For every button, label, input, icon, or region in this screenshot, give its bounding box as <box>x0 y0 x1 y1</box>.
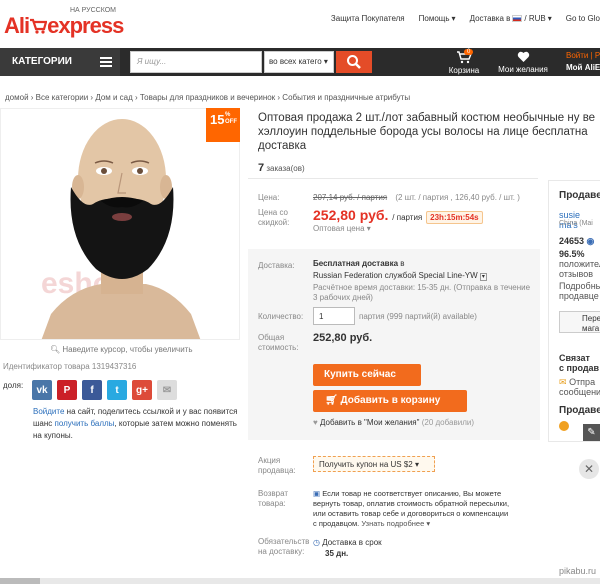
divider <box>248 178 538 179</box>
google-plus-icon[interactable]: g+ <box>132 380 152 400</box>
shipping-time-2: 3 рабочих дней) <box>313 293 373 302</box>
cart-nav[interactable]: 0 Корзина <box>444 49 484 75</box>
add-to-cart-button[interactable]: 🛒︎ Добавить в корзину <box>313 390 467 412</box>
original-price: 207,14 руб. / партия (2 шт. / партия , 1… <box>313 193 520 202</box>
search-input[interactable]: Я ищу... <box>130 51 262 73</box>
discount-price: 252,80 руб. / партия 23h:15m:54s <box>313 207 483 224</box>
seller-positive-label: положител отзывов <box>559 259 600 279</box>
heart-icon <box>517 51 529 62</box>
search-icon <box>347 55 361 69</box>
returns-text: ▣ Если товар не соответствует описанию, … <box>313 489 510 528</box>
quantity-available: партия (999 партий(й) available) <box>359 312 477 321</box>
orders-count: 7 заказа(ов) <box>258 162 305 174</box>
returns-label: Возврат товара: <box>258 489 288 508</box>
contact-seller-heading: Связат с продав <box>559 353 600 373</box>
russia-flag-icon <box>512 15 523 22</box>
share-promo-text: Войдите на сайт, поделитесь ссылкой и у … <box>33 407 238 440</box>
cart-count-badge: 0 <box>464 49 474 55</box>
shipping-time: Расчётное время доставки: 15-35 дн. (Отп… <box>313 283 531 292</box>
go-global-link[interactable]: Go to Glo <box>566 14 600 23</box>
quantity-input[interactable]: 1 <box>313 307 355 325</box>
get-points-link[interactable]: получить баллы <box>55 419 115 428</box>
buyer-protection-link[interactable]: Защита Покупателя <box>331 14 405 23</box>
cart-logo-icon <box>30 18 48 34</box>
site-watermark: pikabu.ru <box>558 566 596 576</box>
seller-score: 24653 ◉ <box>559 236 595 246</box>
seller-heading-2: Продаве <box>559 405 600 416</box>
pinterest-icon[interactable]: P <box>57 380 77 400</box>
breadcrumb[interactable]: домой › Все категории › Дом и сад › Това… <box>5 93 410 102</box>
product-title: Оптовая продажа 2 шт./лот забавный костю… <box>258 112 596 152</box>
seller-positive: 96.5% <box>559 249 585 259</box>
delivery-guarantee: ◷ Доставка в срок 35 дн. <box>313 538 382 558</box>
header: НА РУССКОМ Ali express Защита Покупателя … <box>0 0 600 48</box>
shipping-info: Бесплатная доставка в <box>313 259 405 268</box>
twitter-icon[interactable]: t <box>107 380 127 400</box>
quantity-label: Количество: <box>258 312 304 321</box>
rating-icon <box>559 421 569 431</box>
close-icon[interactable]: ✕ <box>579 459 599 479</box>
delivery-guarantee-label: Обязательств на доставку: <box>258 537 310 556</box>
top-links: Защита Покупателя Помощь ▾ Доставка в / RU… <box>331 14 600 23</box>
zoom-hint: 🔍︎ Наведите курсор, чтобы увеличить <box>50 345 193 354</box>
share-buttons: vk P f t g+ ✉ <box>32 380 177 400</box>
seller-details-link[interactable]: Подробны продавце <box>559 281 600 301</box>
seller-country: China (Mai <box>559 220 593 227</box>
seller-heading: Продаве <box>559 190 600 201</box>
seller-panel: Продаве susie ma's China (Mai 24653 ◉ 96… <box>548 180 600 442</box>
product-id: Идентификатор товара 1319437316 <box>3 362 137 371</box>
price-label: Цена: <box>258 193 280 202</box>
shipping-label: Доставка: <box>258 261 295 270</box>
wholesale-price-link[interactable]: Оптовая цена ▾ <box>313 224 371 233</box>
clock-icon: ◷ <box>313 538 320 547</box>
help-link[interactable]: Помощь ▾ <box>419 14 456 23</box>
wishlist-nav[interactable]: Мои желания <box>494 51 552 74</box>
search-category-select[interactable]: во всех катего ▾ <box>264 51 334 73</box>
heart-outline-icon: ♥ <box>313 418 318 427</box>
visit-store-button[interactable]: Пере мага <box>559 311 600 333</box>
buy-now-button[interactable]: Купить сейчас <box>313 364 421 386</box>
discount-price-label: Цена со скидкой: <box>258 208 290 227</box>
envelope-icon: ✉ <box>559 377 567 387</box>
search-button[interactable] <box>336 51 372 73</box>
login-link[interactable]: Войти | РеМой AliE <box>566 51 600 72</box>
message-seller-link[interactable]: ✉ Отпрасообщение <box>559 377 600 397</box>
returns-icon: ▣ <box>313 489 321 498</box>
mannequin-with-beard-image: eshore <box>1 109 239 339</box>
share-label: доля: <box>3 381 24 390</box>
horizontal-scrollbar[interactable] <box>0 578 600 584</box>
login-promo-link[interactable]: Войдите <box>33 407 64 416</box>
countdown-timer: 23h:15m:54s <box>426 211 483 224</box>
get-coupon-button[interactable]: Получить купон на US $2 ▾ <box>313 456 435 472</box>
seller-promo-label: Акция продавца: <box>258 456 296 475</box>
aliexpress-logo[interactable]: Ali express <box>4 13 124 39</box>
facebook-icon[interactable]: f <box>82 380 102 400</box>
total-price: 252,80 руб. <box>313 332 373 344</box>
seller-medal-icon: ◉ <box>586 236 595 246</box>
menu-icon <box>100 57 112 67</box>
discount-badge: 15% OFF <box>206 108 240 142</box>
categories-button[interactable]: КАТЕГОРИИ <box>0 48 120 76</box>
total-label: Общая стоимость: <box>258 333 299 352</box>
email-icon[interactable]: ✉ <box>157 380 177 400</box>
magnifier-icon: 🔍︎ <box>50 345 61 354</box>
cart-add-icon: 🛒︎ <box>325 395 338 406</box>
shipping-service-select[interactable]: Russian Federation службой Special Line-… <box>313 271 487 281</box>
add-to-wishlist-link[interactable]: ♥ Добавить в "Мои желания" (20 добавили) <box>313 418 474 427</box>
edit-icon[interactable]: ✎ <box>583 424 600 441</box>
returns-more-link[interactable]: Узнать подробнее ▾ <box>361 519 430 528</box>
vk-icon[interactable]: vk <box>32 380 52 400</box>
nav-bar: КАТЕГОРИИ Я ищу... во всех катего ▾ 0 Ко… <box>0 48 600 76</box>
product-image[interactable]: eshore <box>0 108 240 340</box>
shipping-currency-link[interactable]: Доставка в / RUB ▾ <box>470 14 552 23</box>
